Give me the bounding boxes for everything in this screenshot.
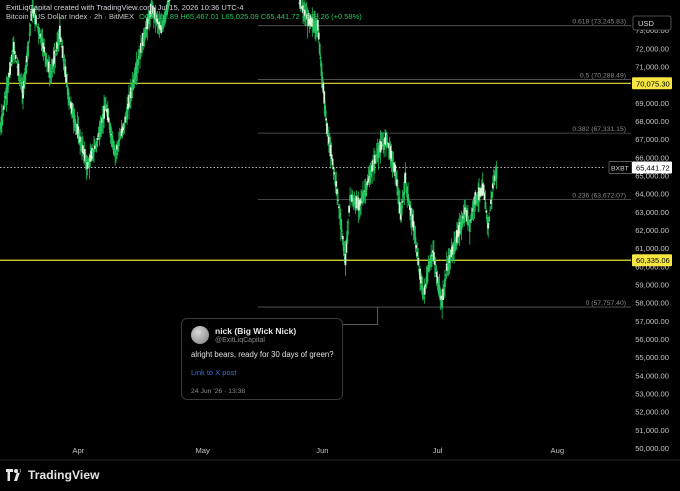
price-level-tag-label: 60,335.06 [636,256,670,265]
post-link[interactable]: Link to X post [191,368,236,377]
candle-body [335,181,338,187]
candle-body [61,45,64,58]
y-tick-label: 53,000.00 [635,390,669,399]
candle-body [488,216,491,222]
candle-body [123,122,126,129]
y-tick-label: 52,000.00 [635,408,669,417]
avatar [191,326,209,344]
candle-body [405,184,408,186]
y-tick-label: 61,000.00 [635,244,669,253]
fib-level-label: 0.382 (67,331.15) [572,126,626,133]
y-tick-label: 51,000.00 [635,426,669,435]
candle-body [495,166,498,179]
candle-body [484,201,487,210]
y-tick-label: 66,000.00 [635,153,669,162]
tradingview-branding: TradingView [6,468,100,482]
candle-body [332,166,335,170]
y-tick-label: 58,000.00 [635,299,669,308]
x-tick-label: Jul [433,446,443,455]
candle-body [441,299,444,309]
candle-body [14,54,17,59]
candle-body [404,172,407,184]
x-tick-label: May [195,446,210,455]
x-tick-label: Jun [316,446,328,455]
y-tick-label: 71,000.00 [635,63,669,72]
y-tick-label: 56,000.00 [635,335,669,344]
candle-body [27,41,30,44]
candle-body [3,100,6,108]
byline-text: ExitLiqCapital created with TradingView.… [6,3,244,12]
y-tick-label: 69,000.00 [635,99,669,108]
y-tick-label: 62,000.00 [635,226,669,235]
y-tick-label: 72,000.00 [635,44,669,53]
fib-level-label: 0 (57,757.40) [586,300,626,307]
candle-body [489,210,491,212]
candle-body [340,229,343,232]
y-tick-label: 50,000.00 [635,444,669,453]
candle-body [485,210,488,213]
ohlc-readout: O65,066.89 H65,467.01 L65,025.09 C65,441… [139,12,362,21]
post-date: 24 Jun '26 · 13:38 [191,388,246,395]
fib-level-label: 0.236 (63,672.07) [572,193,626,200]
x-post-card[interactable]: nick (Big Wick Nick) @ExitLiqCapital alr… [181,318,343,400]
candle-body [96,138,99,140]
y-tick-label: 54,000.00 [635,371,669,380]
post-author-handle: @ExitLiqCapital [215,337,265,344]
candle-body [344,253,347,266]
post-author-name: nick (Big Wick Nick) [215,326,297,336]
tradingview-wordmark: TradingView [28,468,100,482]
fib-level-label: 0.618 (73,245.83) [572,19,626,26]
candle-body [317,32,320,40]
symbol-tag-label: BXBT [611,165,629,172]
candle-body [319,56,322,60]
y-tick-label: 57,000.00 [635,317,669,326]
candle-body [347,222,350,224]
y-tick-label: 55,000.00 [635,353,669,362]
candle-body [29,25,32,26]
candle-body [35,23,38,25]
price-chart[interactable]: 50,000.00 51,000.00 52,000.00 53,000.00 54,0… [0,0,680,491]
y-tick-label: 68,000.00 [635,117,669,126]
candle-body [59,37,62,43]
symbol-title: Bitcoin / US Dollar Index · 2h · BitMEX [6,12,134,21]
fib-level-label: 0.5 (70,288.49) [580,72,626,79]
tradingview-logo-icon [6,469,22,481]
price-level-tag-label: 70,075.30 [636,79,670,88]
current-price-tag-label: 65,441.72 [636,163,670,172]
candle-body [421,288,424,298]
x-tick-label: Apr [72,446,84,455]
y-tick-label: 67,000.00 [635,135,669,144]
y-tick-label: 59,000.00 [635,281,669,290]
candle-body [325,118,327,121]
candle-body [337,199,339,201]
post-body: alright bears, ready for 30 days of gree… [191,350,334,359]
y-tick-label: 64,000.00 [635,190,669,199]
chart-header: ExitLiqCapital created with TradingView.… [6,3,362,21]
candle-body [168,0,171,1]
currency-button-label: USD [638,19,655,28]
x-tick-label: Aug [551,446,565,455]
candle-body [318,43,321,54]
y-tick-label: 63,000.00 [635,208,669,217]
